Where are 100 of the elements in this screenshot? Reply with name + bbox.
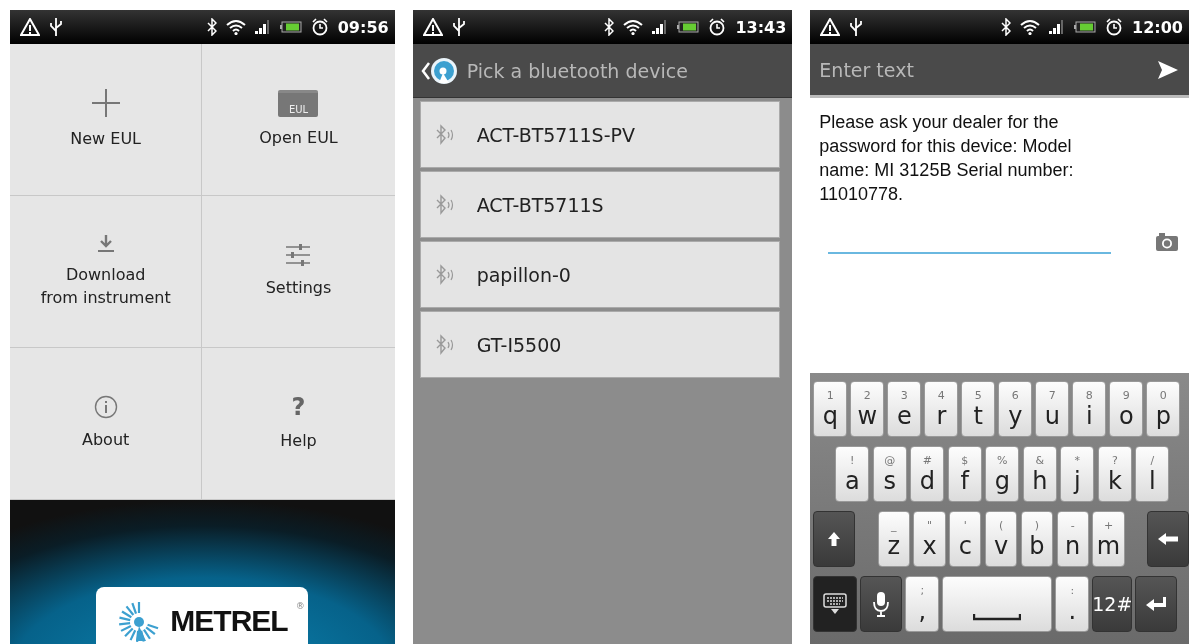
key[interactable]: & h [1022,446,1057,502]
alarm-clock-icon [310,18,329,36]
wifi-icon [1020,19,1041,35]
device-item[interactable]: GT-I5500 [419,311,781,378]
registered-mark: ® [295,601,305,611]
symbols-key[interactable]: 12# [1092,576,1133,632]
key[interactable]: @ s [872,446,907,502]
bluetooth-icon [434,193,455,216]
backspace-arrow-icon [1157,532,1180,546]
bluetooth-icon [434,123,455,146]
help-icon: ? [291,394,306,421]
key[interactable]: ( v [985,511,1018,567]
status-time: 09:56 [337,17,389,37]
device-name: ACT-BT5711S-PV [476,123,635,146]
device-name: ACT-BT5711S [476,193,604,216]
warning-icon [20,18,40,36]
key[interactable]: $ f [947,446,982,502]
device-item[interactable]: ACT-BT5711S [419,171,781,238]
space-key[interactable] [942,576,1053,632]
shift-key[interactable] [813,511,856,567]
input-field[interactable]: Enter text [819,58,914,81]
send-icon [1157,59,1179,80]
backspace-key[interactable] [1147,511,1189,567]
back-logo-icon [420,55,459,86]
alarm-clock-icon [1105,18,1124,36]
download-icon [95,234,116,255]
signal-icon [254,20,271,34]
key[interactable]: 3 e [887,381,922,437]
key[interactable]: 5 t [961,381,996,437]
device-item[interactable]: ACT-BT5711S-PV [419,101,781,168]
wifi-icon [225,19,246,35]
key[interactable]: ! a [835,446,870,502]
battery-icon [677,21,700,33]
status-time: 12:00 [1132,17,1183,37]
menu-tile[interactable]: Download from instrument [10,196,203,348]
menu-tile[interactable]: New EUL [10,44,203,196]
voice-input-key[interactable] [860,576,903,632]
camera-icon [1155,232,1179,252]
logo-text: METREL [170,603,288,639]
title-text: Pick a bluetooth device [466,59,688,82]
warning-icon [820,18,841,36]
key[interactable]: # d [910,446,945,502]
key[interactable]: ' c [949,511,982,567]
tile-label: Open EUL [259,126,338,149]
bluetooth-icon [206,18,217,36]
key[interactable]: + m [1092,511,1125,567]
device-name: GT-I5500 [476,333,562,356]
bluetooth-icon [604,18,615,36]
key[interactable]: _ z [877,511,910,567]
key[interactable]: 7 u [1035,381,1070,437]
device-item[interactable]: papillon-0 [419,241,781,308]
microphone-icon [873,591,890,617]
wifi-icon [623,19,644,35]
enter-key[interactable] [1135,576,1178,632]
tile-label: Settings [265,277,332,300]
key[interactable]: 9 o [1109,381,1144,437]
shift-arrow-icon [827,531,842,547]
key[interactable]: ? k [1097,446,1132,502]
tile-label: Download from instrument [40,264,171,309]
key[interactable]: 8 i [1072,381,1107,437]
sliders-icon [285,243,312,268]
plus-icon [90,88,121,119]
key[interactable]: " x [913,511,946,567]
key[interactable]: ) b [1020,511,1054,567]
info-icon [93,395,118,420]
message-text: Please ask your dealer for the password for this device: Model name: MI 3125B Serial number: 11010778. [819,111,1075,206]
warning-icon [422,18,443,36]
key[interactable]: 6 y [998,381,1033,437]
bluetooth-icon [1001,18,1012,36]
battery-icon [279,21,302,33]
keyboard-icon [823,593,848,615]
menu-tile[interactable]: About [10,348,203,500]
bluetooth-icon [434,263,455,286]
key[interactable]: 4 r [924,381,959,437]
tile-label: About [82,429,130,452]
enter-arrow-icon [1145,596,1168,612]
key[interactable]: ; , [905,576,940,632]
key[interactable]: : . [1055,576,1090,632]
signal-icon [1049,20,1066,34]
signal-icon [652,20,669,34]
key[interactable]: / l [1135,446,1170,502]
key[interactable]: 0 p [1146,381,1181,437]
device-name: papillon-0 [476,263,571,286]
key[interactable]: - n [1056,511,1089,567]
usb-icon [49,17,63,37]
key[interactable]: 2 w [850,381,885,437]
key[interactable]: 1 q [813,381,848,437]
status-time: 13:43 [735,17,787,37]
folder-label: EUL [288,102,309,117]
hide-keyboard-key[interactable] [813,576,858,632]
tile-label: Help [280,430,317,453]
key[interactable]: % g [985,446,1020,502]
alarm-clock-icon [708,18,727,36]
usb-icon [451,17,466,37]
usb-icon [849,17,864,37]
tile-label: New EUL [70,128,141,151]
space-bar-icon [973,613,1022,621]
key[interactable]: * j [1060,446,1095,502]
battery-icon [1074,21,1097,33]
bluetooth-icon [434,333,455,356]
